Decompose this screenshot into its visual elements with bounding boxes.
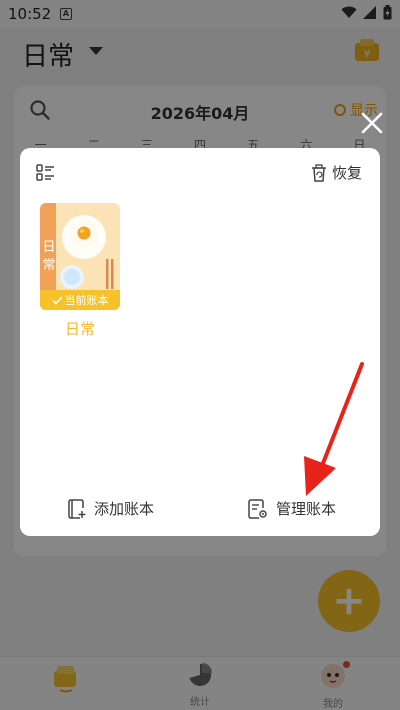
add-book-label: 添加账本 [94, 500, 155, 518]
add-book-button[interactable]: 添加账本 [68, 498, 154, 519]
list-view-icon[interactable] [36, 164, 56, 182]
close-icon[interactable] [359, 110, 385, 136]
restore-label: 恢复 [331, 164, 362, 182]
current-book-tag: 当前账本 [40, 290, 120, 310]
trash-restore-icon [311, 163, 326, 182]
current-book-label: 当前账本 [64, 294, 109, 307]
add-book-icon [68, 498, 86, 519]
annotation-arrow-icon [304, 362, 364, 496]
restore-button[interactable]: 恢复 [311, 162, 362, 183]
check-icon [51, 295, 63, 305]
manage-book-icon [248, 498, 267, 519]
book-card[interactable]: 日常 当前账本 [40, 203, 120, 310]
book-name[interactable]: 日常 [40, 318, 120, 339]
fried-egg-illustration [60, 215, 114, 289]
book-spine-label: 日常 [42, 240, 56, 273]
